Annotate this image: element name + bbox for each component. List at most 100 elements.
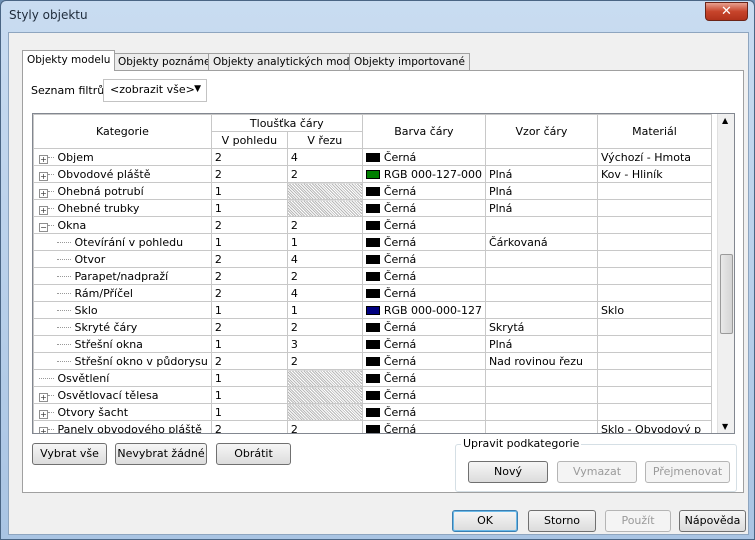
projection-weight-cell[interactable]: 2 bbox=[210, 165, 288, 183]
header-cut[interactable]: V řezu bbox=[286, 131, 363, 149]
category-cell[interactable]: Střešní okna bbox=[33, 335, 212, 353]
table-row[interactable]: Parapet/nadpraží 2 2 Černá bbox=[33, 267, 733, 285]
line-pattern-cell[interactable] bbox=[484, 301, 598, 319]
material-cell[interactable] bbox=[596, 284, 712, 302]
cut-weight-cell[interactable]: 2 bbox=[286, 420, 363, 433]
object-styles-grid[interactable]: Kategorie Tloušťka čáry Barva čáry Vzor … bbox=[32, 113, 735, 434]
cut-weight-cell[interactable]: 2 bbox=[286, 318, 363, 336]
new-subcategory-button[interactable]: Nový bbox=[468, 461, 548, 483]
projection-weight-cell[interactable]: 1 bbox=[210, 335, 288, 353]
line-pattern-cell[interactable] bbox=[484, 267, 598, 285]
line-pattern-cell[interactable]: Plná bbox=[484, 199, 598, 217]
line-color-cell[interactable]: Černá bbox=[361, 233, 486, 251]
line-pattern-cell[interactable]: Čárkovaná bbox=[484, 233, 598, 251]
table-row[interactable]: Otevírání v pohledu 1 1 Černá Čárkovaná bbox=[33, 233, 733, 251]
table-row[interactable]: − Okna 2 2 Černá bbox=[33, 216, 733, 234]
category-cell[interactable]: Střešní okno v půdorysu bbox=[33, 352, 212, 370]
line-color-cell[interactable]: Černá bbox=[361, 386, 486, 404]
category-cell[interactable]: Skryté čáry bbox=[33, 318, 212, 336]
table-row[interactable]: + Objem 2 4 Černá Výchozí - Hmota bbox=[33, 148, 733, 166]
cut-weight-cell[interactable]: 2 bbox=[286, 267, 363, 285]
expand-icon[interactable]: + bbox=[39, 426, 48, 433]
material-cell[interactable] bbox=[596, 250, 712, 268]
title-bar[interactable]: Styly objektu ✕ bbox=[1, 1, 754, 31]
table-row[interactable]: + Ohebná potrubí 1 Černá Plná bbox=[33, 182, 733, 200]
table-row[interactable]: + Osvětlovací tělesa 1 Černá bbox=[33, 386, 733, 404]
cut-weight-cell[interactable]: 1 bbox=[286, 233, 363, 251]
line-color-cell[interactable]: Černá bbox=[361, 352, 486, 370]
invert-selection-button[interactable]: Obrátit bbox=[216, 443, 291, 465]
expand-icon[interactable]: + bbox=[39, 171, 48, 181]
line-pattern-cell[interactable]: Skrytá bbox=[484, 318, 598, 336]
header-category[interactable]: Kategorie bbox=[33, 114, 212, 149]
material-cell[interactable]: Kov - Hliník bbox=[596, 165, 712, 183]
projection-weight-cell[interactable]: 1 bbox=[210, 386, 288, 404]
ok-button[interactable]: OK bbox=[452, 510, 518, 532]
projection-weight-cell[interactable]: 1 bbox=[210, 199, 288, 217]
header-material[interactable]: Materiál bbox=[596, 114, 712, 149]
table-row[interactable]: Střešní okno v půdorysu 2 2 Černá Nad rovino… bbox=[33, 352, 733, 370]
table-row[interactable]: Rám/Příčel 2 4 Černá bbox=[33, 284, 733, 302]
line-color-cell[interactable]: Černá bbox=[361, 318, 486, 336]
header-line-pattern[interactable]: Vzor čáry bbox=[484, 114, 598, 149]
expand-icon[interactable]: + bbox=[39, 188, 48, 198]
material-cell[interactable] bbox=[596, 403, 712, 421]
line-pattern-cell[interactable] bbox=[484, 369, 598, 387]
help-button[interactable]: Nápověda bbox=[679, 510, 746, 532]
cut-weight-cell[interactable]: 2 bbox=[286, 352, 363, 370]
line-color-cell[interactable]: Černá bbox=[361, 148, 486, 166]
table-row[interactable]: Osvětlení 1 Černá bbox=[33, 369, 733, 387]
line-pattern-cell[interactable] bbox=[484, 216, 598, 234]
table-row[interactable]: Otvor 2 4 Černá bbox=[33, 250, 733, 268]
table-row[interactable]: Skryté čáry 2 2 Černá Skrytá bbox=[33, 318, 733, 336]
category-cell[interactable]: + Otvory šacht bbox=[33, 403, 212, 421]
projection-weight-cell[interactable]: 1 bbox=[210, 233, 288, 251]
category-cell[interactable]: + Panely obvodového pláště bbox=[33, 420, 212, 433]
line-color-cell[interactable]: Černá bbox=[361, 369, 486, 387]
material-cell[interactable] bbox=[596, 267, 712, 285]
scrollbar-thumb[interactable] bbox=[720, 254, 733, 334]
line-pattern-cell[interactable]: Plná bbox=[484, 165, 598, 183]
line-color-cell[interactable]: Černá bbox=[361, 420, 486, 433]
projection-weight-cell[interactable]: 2 bbox=[210, 352, 288, 370]
line-color-cell[interactable]: Černá bbox=[361, 250, 486, 268]
select-none-button[interactable]: Nevybrat žádné bbox=[115, 443, 207, 465]
cut-weight-cell[interactable]: 4 bbox=[286, 148, 363, 166]
category-cell[interactable]: + Objem bbox=[33, 148, 212, 166]
category-cell[interactable]: Rám/Příčel bbox=[33, 284, 212, 302]
table-row[interactable]: + Panely obvodového pláště 2 2 Černá Sklo - … bbox=[33, 420, 733, 433]
table-row[interactable]: Střešní okna 1 3 Černá Plná bbox=[33, 335, 733, 353]
delete-subcategory-button[interactable]: Vymazat bbox=[557, 461, 637, 483]
cut-weight-cell[interactable]: 2 bbox=[286, 216, 363, 234]
material-cell[interactable]: Sklo - Obvodový p bbox=[596, 420, 712, 433]
line-color-cell[interactable]: Černá bbox=[361, 216, 486, 234]
table-row[interactable]: + Obvodové pláště 2 2 RGB 000-127-000 Plná Ko… bbox=[33, 165, 733, 183]
cut-weight-cell[interactable]: 1 bbox=[286, 301, 363, 319]
material-cell[interactable]: Sklo bbox=[596, 301, 712, 319]
category-cell[interactable]: + Obvodové pláště bbox=[33, 165, 212, 183]
line-pattern-cell[interactable] bbox=[484, 250, 598, 268]
projection-weight-cell[interactable]: 2 bbox=[210, 267, 288, 285]
line-color-cell[interactable]: Černá bbox=[361, 199, 486, 217]
material-cell[interactable]: Výchozí - Hmota bbox=[596, 148, 712, 166]
expand-icon[interactable]: + bbox=[39, 205, 48, 215]
material-cell[interactable] bbox=[596, 386, 712, 404]
header-line-color[interactable]: Barva čáry bbox=[361, 114, 486, 149]
projection-weight-cell[interactable]: 1 bbox=[210, 301, 288, 319]
rename-subcategory-button[interactable]: Přejmenovat bbox=[645, 461, 730, 483]
expand-icon[interactable]: + bbox=[39, 392, 48, 402]
line-color-cell[interactable]: RGB 000-000-127 bbox=[361, 301, 486, 319]
expand-icon[interactable]: + bbox=[39, 154, 48, 164]
header-projection[interactable]: V pohledu bbox=[210, 131, 288, 149]
material-cell[interactable] bbox=[596, 369, 712, 387]
line-color-cell[interactable]: Černá bbox=[361, 182, 486, 200]
vertical-scrollbar[interactable]: ▲ ▼ bbox=[717, 114, 734, 433]
material-cell[interactable] bbox=[596, 182, 712, 200]
tab-imported-objects[interactable]: Objekty importované bbox=[349, 53, 470, 70]
category-cell[interactable]: + Osvětlovací tělesa bbox=[33, 386, 212, 404]
projection-weight-cell[interactable]: 1 bbox=[210, 369, 288, 387]
expand-icon[interactable]: + bbox=[39, 409, 48, 419]
projection-weight-cell[interactable]: 2 bbox=[210, 284, 288, 302]
category-cell[interactable]: Parapet/nadpraží bbox=[33, 267, 212, 285]
material-cell[interactable] bbox=[596, 352, 712, 370]
